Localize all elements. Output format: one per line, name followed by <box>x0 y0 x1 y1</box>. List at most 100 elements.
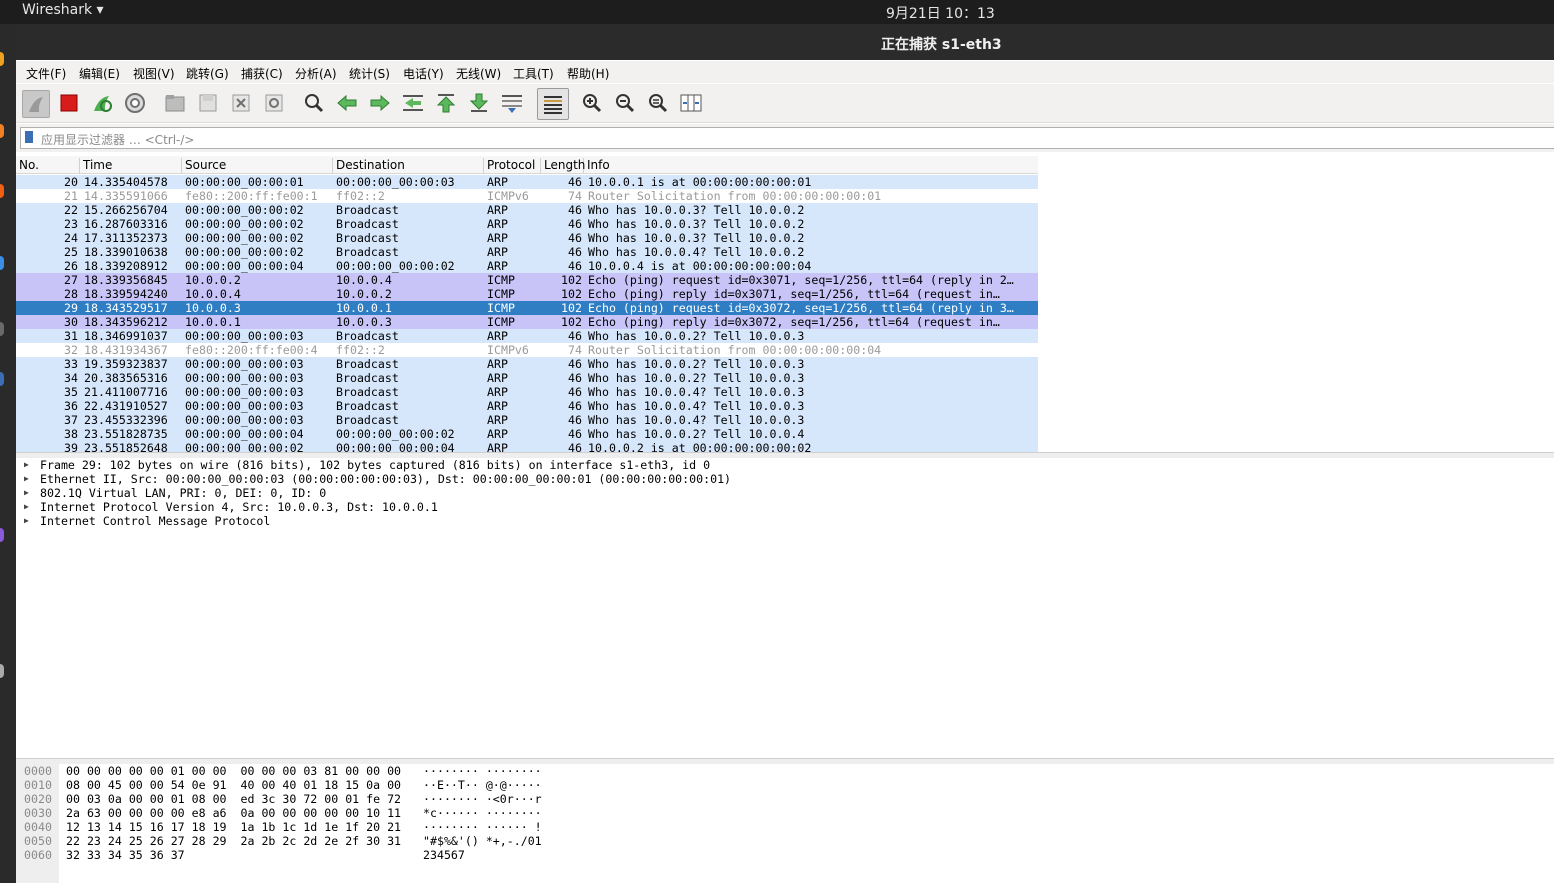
capture-options-icon[interactable] <box>122 90 148 116</box>
packet-row[interactable]: 34 20.383565316 00:00:00_00:00:03 Broadcast… <box>16 371 1038 385</box>
dock-app-indicator[interactable] <box>0 256 4 270</box>
menu-tools[interactable]: 工具(T) <box>513 65 554 82</box>
packet-time: 23.455332396 <box>84 413 168 427</box>
packet-row[interactable]: 22 15.266256704 00:00:00_00:00:02 Broadcast… <box>16 203 1038 217</box>
reload-file-icon[interactable] <box>261 90 287 116</box>
dock-app-indicator[interactable] <box>0 322 4 336</box>
go-forward-icon[interactable] <box>367 90 393 116</box>
packet-row[interactable]: 25 18.339010638 00:00:00_00:00:02 Broadcast… <box>16 245 1038 259</box>
menu-wireless[interactable]: 无线(W) <box>456 65 501 82</box>
menu-telephony[interactable]: 电话(Y) <box>403 65 444 82</box>
packet-source: 00:00:00_00:00:03 <box>185 399 304 413</box>
packet-row[interactable]: 36 22.431910527 00:00:00_00:00:03 Broadcast… <box>16 399 1038 413</box>
packet-row-selected[interactable]: 29 18.343529517 10.0.0.3 10.0.0.1 ICMP 102 Ech… <box>16 301 1038 315</box>
tree-item-frame[interactable]: ▶ Frame 29: 102 bytes on wire (816 bits),… <box>16 458 1554 472</box>
app-menu[interactable]: Wireshark ▾ <box>22 2 104 18</box>
dock-app-indicator[interactable] <box>0 664 4 678</box>
colorize-icon[interactable] <box>537 88 569 120</box>
save-file-icon[interactable] <box>195 90 221 116</box>
packet-row[interactable]: 38 23.551828735 00:00:00_00:00:04 00:00:00_… <box>16 427 1038 441</box>
column-header-no[interactable]: No. <box>16 158 80 173</box>
packet-row[interactable]: 28 18.339594240 10.0.0.4 10.0.0.2 ICMP 102 Ech… <box>16 287 1038 301</box>
expand-arrow-icon[interactable]: ▶ <box>24 472 29 486</box>
packet-protocol: ICMP <box>487 315 515 329</box>
go-last-icon[interactable] <box>466 90 492 116</box>
zoom-in-icon[interactable] <box>579 90 605 116</box>
expand-arrow-icon[interactable]: ▶ <box>24 514 29 528</box>
menu-help[interactable]: 帮助(H) <box>567 65 609 82</box>
column-header-time[interactable]: Time <box>80 158 182 173</box>
expand-arrow-icon[interactable]: ▶ <box>24 486 29 500</box>
packet-details-tree[interactable]: ▶ Frame 29: 102 bytes on wire (816 bits),… <box>16 458 1554 760</box>
column-header-info[interactable]: Info <box>584 158 1038 173</box>
stop-capture-icon[interactable] <box>56 90 82 116</box>
column-header-source[interactable]: Source <box>182 158 333 173</box>
packet-info: Echo (ping) request id=0x3072, seq=1/256… <box>588 301 1014 315</box>
display-filter-input[interactable]: 应用显示过滤器 … <Ctrl-/> <box>20 127 1554 149</box>
restart-capture-icon[interactable] <box>89 90 115 116</box>
dock-app-indicator[interactable] <box>0 184 4 198</box>
byte-ascii: ········ ·<0r···r <box>423 792 542 806</box>
packet-bytes-pane[interactable]: 0000 00 00 00 00 00 01 00 00 00 00 00 03 … <box>16 764 1554 883</box>
zoom-out-icon[interactable] <box>612 90 638 116</box>
packet-destination: Broadcast <box>336 329 399 343</box>
tree-item-icmp[interactable]: ▶ Internet Control Message Protocol <box>16 514 1554 528</box>
packet-no: 22 <box>64 203 78 217</box>
packet-row[interactable]: 26 18.339208912 00:00:00_00:00:04 00:00:00_… <box>16 259 1038 273</box>
packet-info: Who has 10.0.0.2? Tell 10.0.0.4 <box>588 427 805 441</box>
tree-item-ipv4[interactable]: ▶ Internet Protocol Version 4, Src: 10.0.… <box>16 500 1554 514</box>
packet-row[interactable]: 37 23.455332396 00:00:00_00:00:03 Broadcast… <box>16 413 1038 427</box>
tree-item-vlan[interactable]: ▶ 802.1Q Virtual LAN, PRI: 0, DEI: 0, ID:… <box>16 486 1554 500</box>
expand-arrow-icon[interactable]: ▶ <box>24 500 29 514</box>
menu-statistics[interactable]: 统计(S) <box>349 65 390 82</box>
shark-fin-start-icon[interactable] <box>22 90 50 118</box>
dock-app-indicator[interactable] <box>0 372 4 386</box>
packet-time: 21.411007716 <box>84 385 168 399</box>
tree-item-ethernet[interactable]: ▶ Ethernet II, Src: 00:00:00_00:00:03 (00… <box>16 472 1554 486</box>
dock-app-indicator[interactable] <box>0 52 4 66</box>
column-header-destination[interactable]: Destination <box>333 158 484 173</box>
packet-row[interactable]: 32 18.431934367 fe80::200:ff:fe00:4 ff02::2… <box>16 343 1038 357</box>
open-file-icon[interactable] <box>162 90 188 116</box>
packet-no: 33 <box>64 357 78 371</box>
menu-capture[interactable]: 捕获(C) <box>241 65 283 82</box>
auto-scroll-icon[interactable] <box>499 90 525 116</box>
bookmark-icon[interactable] <box>25 131 33 143</box>
close-file-icon[interactable] <box>228 90 254 116</box>
packet-time: 16.287603316 <box>84 217 168 231</box>
find-packet-icon[interactable] <box>301 90 327 116</box>
zoom-normal-icon[interactable] <box>645 90 671 116</box>
menu-edit[interactable]: 编辑(E) <box>79 65 120 82</box>
packet-row[interactable]: 30 18.343596212 10.0.0.1 10.0.0.3 ICMP 102 Ech… <box>16 315 1038 329</box>
packet-row[interactable]: 27 18.339356845 10.0.0.2 10.0.0.4 ICMP 102 Ech… <box>16 273 1038 287</box>
byte-offset: 0040 <box>24 820 52 834</box>
packet-row[interactable]: 20 14.335404578 00:00:00_00:00:01 00:00:00_… <box>16 175 1038 189</box>
menu-bar: 文件(F) 编辑(E) 视图(V) 跳转(G) 捕获(C) 分析(A) 统计(S… <box>16 61 1554 83</box>
menu-file[interactable]: 文件(F) <box>26 65 66 82</box>
go-first-icon[interactable] <box>433 90 459 116</box>
menu-go[interactable]: 跳转(G) <box>186 65 229 82</box>
column-header-protocol[interactable]: Protocol <box>484 158 541 173</box>
packet-source: 00:00:00_00:00:01 <box>185 175 304 189</box>
column-header-length[interactable]: Length <box>541 158 585 173</box>
packet-length: 46 <box>568 413 582 427</box>
go-to-packet-icon[interactable] <box>400 90 426 116</box>
packet-time: 18.346991037 <box>84 329 168 343</box>
packet-row[interactable]: 33 19.359323837 00:00:00_00:00:03 Broadcast… <box>16 357 1038 371</box>
resize-columns-icon[interactable] <box>678 90 704 116</box>
packet-row[interactable]: 23 16.287603316 00:00:00_00:00:02 Broadcast… <box>16 217 1038 231</box>
dock-app-indicator[interactable] <box>0 528 4 542</box>
packet-row[interactable]: 24 17.311352373 00:00:00_00:00:02 Broadcast… <box>16 231 1038 245</box>
packet-row[interactable]: 35 21.411007716 00:00:00_00:00:03 Broadcast… <box>16 385 1038 399</box>
packet-list[interactable]: No. Time Source Destination Protocol Len… <box>16 154 1554 455</box>
menu-view[interactable]: 视图(V) <box>133 65 175 82</box>
go-back-icon[interactable] <box>334 90 360 116</box>
clock[interactable]: 9月21日 10：13 <box>886 3 995 23</box>
packet-info: Who has 10.0.0.3? Tell 10.0.0.2 <box>588 203 805 217</box>
packet-row[interactable]: 21 14.335591066 fe80::200:ff:fe00:1 ff02::2… <box>16 189 1038 203</box>
dock-app-indicator[interactable] <box>0 124 4 138</box>
menu-analyze[interactable]: 分析(A) <box>295 65 337 82</box>
packet-row[interactable]: 31 18.346991037 00:00:00_00:00:03 Broadcast… <box>16 329 1038 343</box>
packet-length: 46 <box>568 175 582 189</box>
expand-arrow-icon[interactable]: ▶ <box>24 458 29 472</box>
